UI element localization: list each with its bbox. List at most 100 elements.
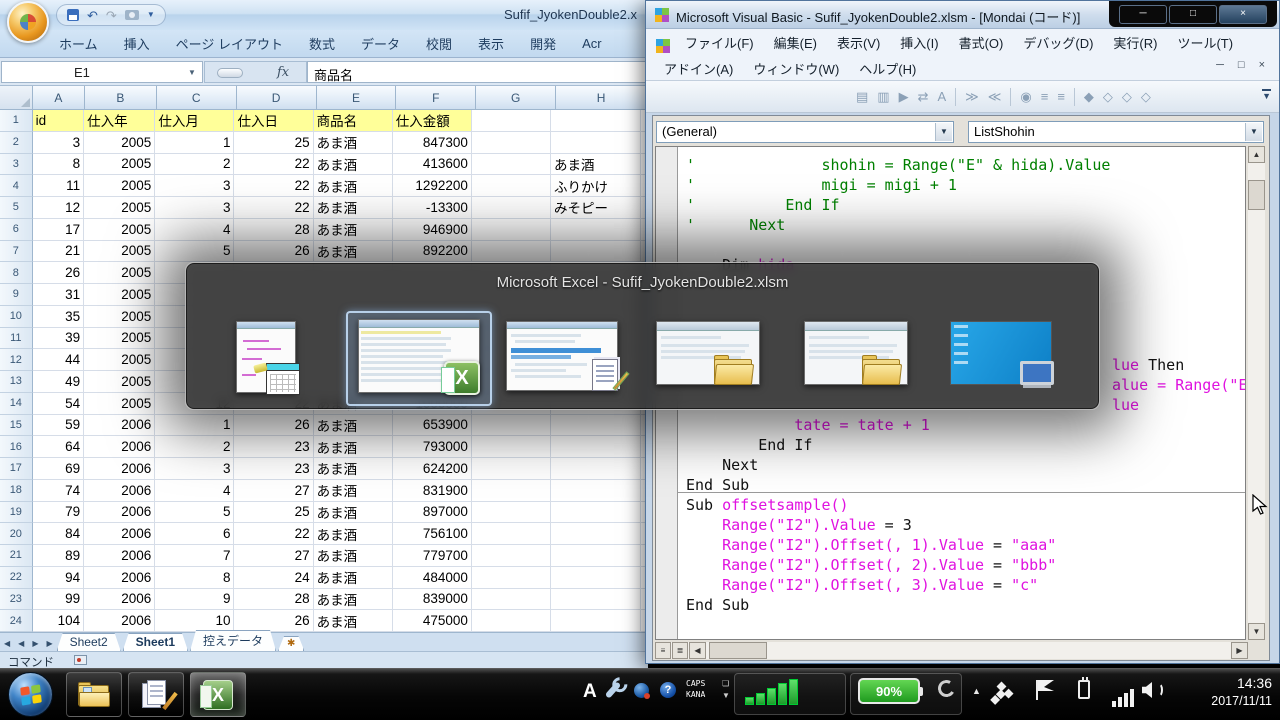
cell[interactable]: 2006 <box>84 610 155 632</box>
scroll-left-icon[interactable]: ◀ <box>689 642 706 659</box>
cell[interactable]: 484000 <box>393 567 472 589</box>
dropbox-icon[interactable] <box>997 682 1007 692</box>
cell[interactable]: あま酒 <box>314 436 393 458</box>
cell[interactable]: 2006 <box>84 545 155 567</box>
row-header-11[interactable]: 11 <box>0 328 33 350</box>
cell[interactable]: あま酒 <box>314 175 393 197</box>
row-header-18[interactable]: 18 <box>0 480 33 502</box>
toolbar-options-icon[interactable]: ▼ <box>1262 89 1271 102</box>
scroll-down-icon[interactable]: ▼ <box>1248 623 1265 640</box>
cell[interactable]: 897000 <box>393 502 472 524</box>
cell[interactable]: 892200 <box>393 241 472 263</box>
cell[interactable]: 27 <box>234 480 313 502</box>
vbe-menu2-0[interactable]: アドイン(A) <box>654 56 743 81</box>
vbe-menu2-1[interactable]: ウィンドウ(W) <box>743 56 849 81</box>
cell[interactable]: 3 <box>155 197 234 219</box>
cell[interactable]: 仕入月 <box>155 110 234 132</box>
scroll-up-icon[interactable]: ▲ <box>1248 146 1265 163</box>
row-header-14[interactable]: 14 <box>0 393 33 415</box>
cell[interactable] <box>472 132 551 154</box>
maximize-button[interactable]: □ <box>1169 5 1217 24</box>
ribbon-tab-1[interactable]: 挿入 <box>111 30 163 57</box>
cell[interactable]: 847300 <box>393 132 472 154</box>
cell[interactable]: 5 <box>155 241 234 263</box>
cell[interactable] <box>472 415 551 437</box>
cell[interactable]: 2005 <box>84 132 155 154</box>
action-center-flag-icon[interactable] <box>1036 680 1038 700</box>
formula-bar-oval-button[interactable] <box>217 68 243 78</box>
child-close-icon[interactable]: × <box>1259 59 1265 71</box>
cell[interactable]: 2006 <box>84 480 155 502</box>
ribbon-tab-2[interactable]: ページ レイアウト <box>163 30 296 57</box>
cell[interactable]: 28 <box>234 589 313 611</box>
cell[interactable]: 2005 <box>84 262 155 284</box>
vertical-scroll-thumb[interactable] <box>1248 180 1265 210</box>
cell[interactable]: 3 <box>155 175 234 197</box>
cell[interactable]: ふりかけ <box>551 175 641 197</box>
power-plug-icon[interactable] <box>1078 680 1090 699</box>
ribbon-tab-8[interactable]: Acr <box>569 32 615 55</box>
vbe-menu-5[interactable]: デバッグ(D) <box>1013 30 1103 55</box>
cell[interactable]: 35 <box>33 306 84 328</box>
vbe-menu-4[interactable]: 書式(O) <box>949 30 1014 55</box>
comment-block-icon[interactable]: ≡ <box>1041 90 1049 103</box>
cell[interactable]: 756100 <box>393 523 472 545</box>
office-button[interactable] <box>7 1 49 43</box>
cell[interactable]: あま酒 <box>314 415 393 437</box>
ribbon-tab-6[interactable]: 表示 <box>465 30 517 57</box>
cell[interactable]: 仕入年 <box>84 110 155 132</box>
cell[interactable]: あま酒 <box>314 458 393 480</box>
column-header-C[interactable]: C <box>157 86 237 110</box>
signal-tray-segment[interactable] <box>734 673 846 715</box>
toggle-bookmark-icon[interactable]: ◆ <box>1084 90 1094 103</box>
thumbnail-desktop[interactable] <box>948 315 1058 403</box>
ribbon-tab-3[interactable]: 数式 <box>296 30 348 57</box>
cell[interactable]: 59 <box>33 415 84 437</box>
font-icon[interactable]: A <box>938 90 947 103</box>
sheet-nav-1[interactable]: ◀ <box>14 635 28 651</box>
cell[interactable]: 23 <box>234 436 313 458</box>
row-header-19[interactable]: 19 <box>0 502 33 524</box>
taskbar-explorer-button[interactable] <box>66 672 122 717</box>
outdent-icon[interactable]: ≪ <box>988 90 1002 103</box>
cell[interactable]: 4 <box>155 219 234 241</box>
row-header-7[interactable]: 7 <box>0 241 33 263</box>
cell[interactable]: 1292200 <box>393 175 472 197</box>
cell[interactable] <box>472 480 551 502</box>
cell[interactable] <box>472 436 551 458</box>
thumbnail-explorer-folder-2[interactable] <box>800 315 910 403</box>
macro-record-icon[interactable] <box>74 655 87 665</box>
cell[interactable]: 11 <box>33 175 84 197</box>
parameter-info-icon[interactable]: ▶ <box>899 90 909 103</box>
ribbon-tab-7[interactable]: 開発 <box>517 30 569 57</box>
cell[interactable]: 2006 <box>84 458 155 480</box>
taskbar-clock[interactable]: 14:36 2017/11/11 <box>1178 675 1272 708</box>
close-button[interactable]: × <box>1219 5 1267 24</box>
cell[interactable]: 5 <box>155 502 234 524</box>
column-header-F[interactable]: F <box>396 86 476 110</box>
vbe-menu-0[interactable]: ファイル(F) <box>675 30 764 55</box>
name-box[interactable]: E1 <box>1 61 203 83</box>
row-header-21[interactable]: 21 <box>0 545 33 567</box>
cell[interactable]: あま酒 <box>551 154 641 176</box>
row-header-10[interactable]: 10 <box>0 306 33 328</box>
row-header-6[interactable]: 6 <box>0 219 33 241</box>
cell[interactable] <box>551 458 641 480</box>
next-bookmark-icon[interactable]: ◇ <box>1103 90 1113 103</box>
cell[interactable]: 2005 <box>84 371 155 393</box>
row-header-23[interactable]: 23 <box>0 589 33 611</box>
cell[interactable] <box>472 545 551 567</box>
minimize-button[interactable]: ─ <box>1119 5 1167 24</box>
cell[interactable] <box>551 219 641 241</box>
cell[interactable] <box>472 197 551 219</box>
cell[interactable] <box>472 110 551 132</box>
thumbnail-excel-workbook[interactable]: X <box>352 315 462 403</box>
cell[interactable]: 64 <box>33 436 84 458</box>
taskbar-excel-button[interactable]: X <box>190 672 246 717</box>
cell[interactable]: -13300 <box>393 197 472 219</box>
cell[interactable]: 779700 <box>393 545 472 567</box>
cell[interactable]: 2005 <box>84 154 155 176</box>
vbe-menu-6[interactable]: 実行(R) <box>1103 30 1167 55</box>
child-minimize-icon[interactable]: ─ <box>1216 59 1224 71</box>
cell[interactable]: 839000 <box>393 589 472 611</box>
